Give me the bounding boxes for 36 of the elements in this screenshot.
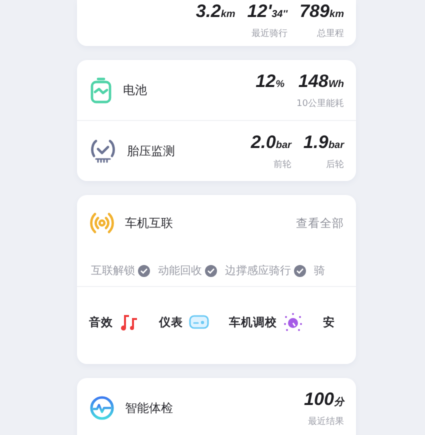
shortcut-item[interactable]: 车机调校	[229, 312, 303, 332]
stat-value: 12'34''	[247, 0, 288, 23]
tire-gauge-icon	[89, 138, 117, 164]
shortcut-item[interactable]: 音效	[89, 312, 139, 332]
check-icon	[138, 264, 150, 276]
status-label: 电池	[123, 82, 148, 98]
stat-caption: 总里程	[317, 28, 344, 40]
stat-value: 1.9bar	[303, 131, 344, 154]
stat-value: 789km	[300, 0, 344, 23]
stat-caption: 最近骑行	[252, 28, 288, 40]
feature-item: 骑	[314, 263, 325, 278]
check-icon	[205, 264, 217, 276]
gauge-icon	[189, 315, 209, 329]
stat-caption: 后轮	[326, 158, 344, 171]
battery-icon	[89, 76, 113, 104]
stat-caption: 最近结果	[308, 416, 344, 428]
stat-value: 12%	[256, 70, 285, 93]
dial-icon	[283, 312, 303, 332]
stat-caption: 10公里能耗	[296, 98, 344, 110]
heartbeat-icon	[89, 395, 115, 421]
stat-caption: 前轮	[273, 158, 292, 171]
stat-value: 3.2km	[196, 0, 236, 23]
section-title: 智能体检	[125, 400, 174, 416]
stat-value: 148Wh	[298, 70, 344, 93]
stat-value: 100分	[304, 388, 344, 411]
feature-item: 互联解锁	[91, 263, 150, 278]
shortcut-item[interactable]: 安	[323, 314, 335, 330]
music-note-icon	[119, 312, 139, 332]
broadcast-icon	[89, 211, 115, 235]
status-label: 胎压监测	[127, 142, 176, 160]
shortcut-item[interactable]: 仪表	[159, 314, 209, 330]
feature-item: 边撑感应骑行	[225, 263, 306, 278]
stat-value: 2.0bar	[250, 131, 292, 154]
feature-item: 动能回收	[158, 263, 217, 278]
section-title: 车机互联	[125, 214, 174, 232]
check-icon	[294, 264, 306, 276]
